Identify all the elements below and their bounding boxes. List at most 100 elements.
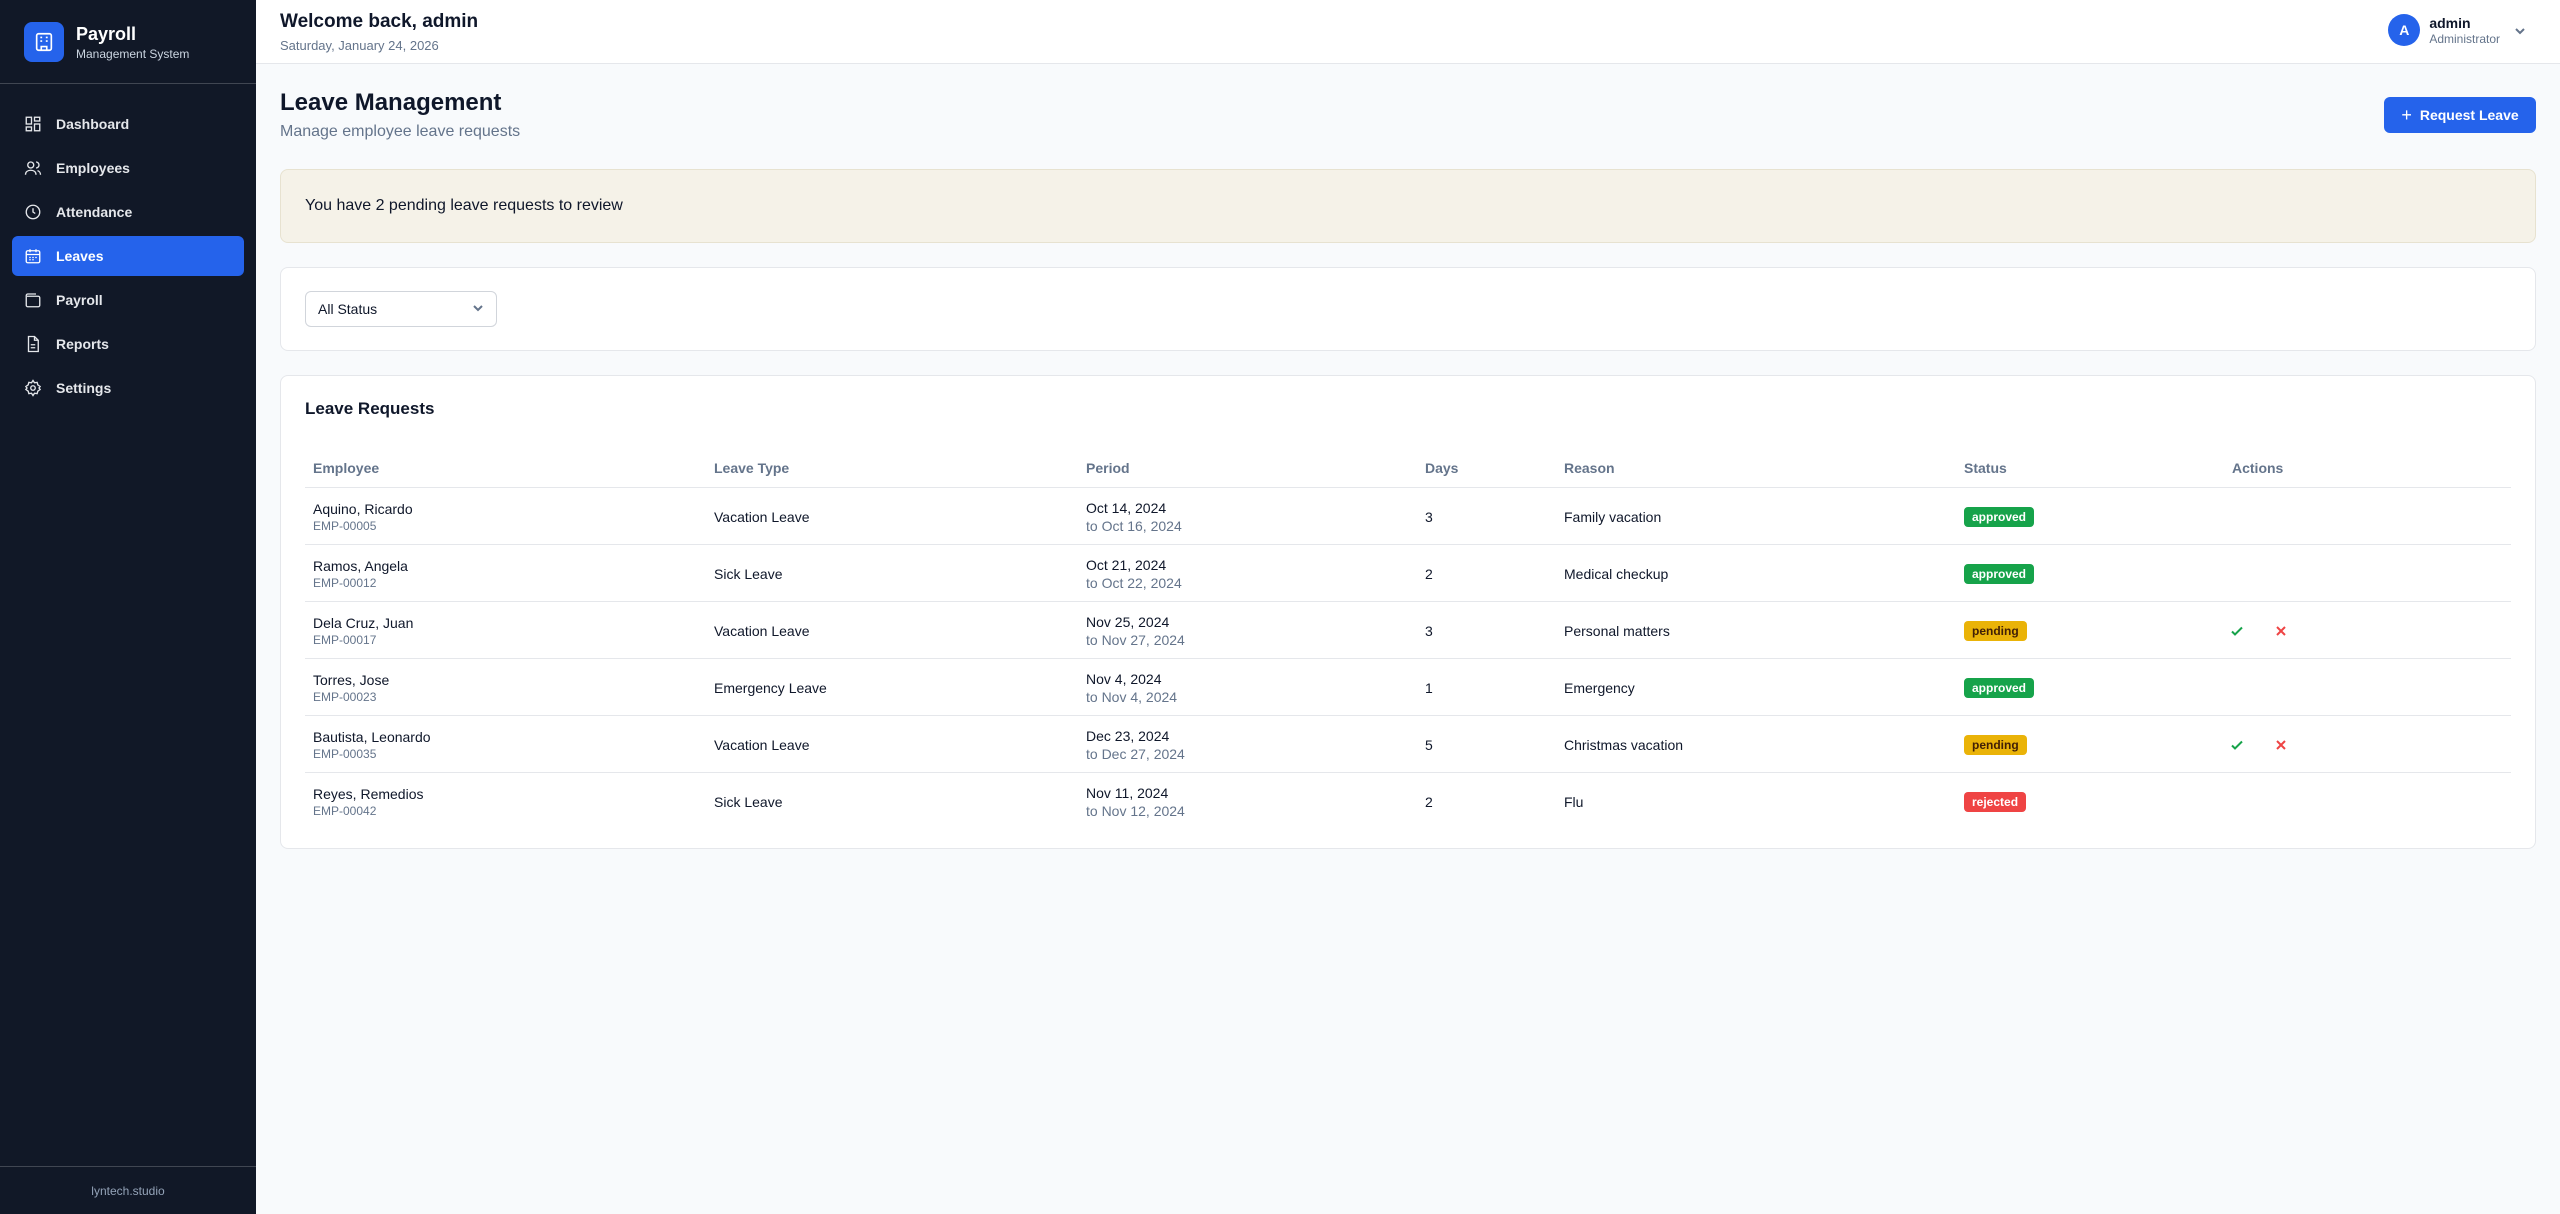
period-from: Nov 4, 2024 (1086, 670, 1162, 687)
days-count: 1 (1425, 679, 1433, 696)
column-header-status: Status (1964, 460, 2007, 476)
leave-type-cell: Sick Leave (714, 773, 782, 830)
employee-cell: Bautista, Leonardo EMP-00035 (313, 716, 431, 773)
status-cell: rejected (1964, 773, 2027, 830)
column-header-days: Days (1425, 460, 1459, 476)
status-badge: pending (1964, 734, 2027, 755)
status-badge: approved (1964, 677, 2035, 698)
status-cell: pending (1964, 602, 2027, 659)
gear-icon (24, 379, 42, 397)
user-name: admin (2429, 14, 2471, 31)
leave-type: Sick Leave (714, 565, 783, 582)
period-from: Nov 25, 2024 (1086, 613, 1170, 630)
brand-subtitle: Management System (76, 46, 190, 61)
table-row: Aquino, Ricardo EMP-00005 Vacation Leave… (305, 488, 2511, 545)
welcome-title: Welcome back, admin (280, 11, 479, 32)
days-count: 2 (1425, 565, 1433, 582)
reason-cell: Medical checkup (1564, 545, 1668, 602)
request-leave-button[interactable]: + Request Leave (2384, 97, 2536, 133)
sidebar-item-label: Reports (56, 336, 109, 352)
column-header-actions: Actions (2232, 460, 2284, 476)
status-cell: approved (1964, 488, 2035, 545)
reject-button[interactable] (2269, 619, 2293, 643)
table-row: Torres, Jose EMP-00023 Emergency Leave N… (305, 659, 2511, 716)
employee-name: Torres, Jose (313, 671, 390, 688)
employee-cell: Reyes, Remedios EMP-00042 (313, 773, 424, 830)
employee-cell: Torres, Jose EMP-00023 (313, 659, 389, 716)
approve-button[interactable] (2225, 733, 2249, 757)
plus-icon: + (2401, 104, 2412, 125)
chevron-down-icon (2514, 24, 2526, 36)
sidebar-item-settings[interactable]: Settings (12, 368, 244, 408)
employee-id: EMP-00035 (313, 746, 377, 761)
column-header-period: Period (1086, 460, 1130, 476)
days-count: 2 (1425, 793, 1433, 810)
employee-name: Aquino, Ricardo (313, 500, 413, 517)
clock-icon (24, 203, 42, 221)
reject-button[interactable] (2269, 733, 2293, 757)
status-badge: pending (1964, 620, 2027, 641)
sidebar-footer: lyntech.studio (0, 1166, 256, 1214)
request-leave-label: Request Leave (2419, 107, 2519, 123)
brand: Payroll Management System (0, 0, 256, 84)
employee-cell: Aquino, Ricardo EMP-00005 (313, 488, 413, 545)
period-to: to Nov 4, 2024 (1086, 688, 1178, 705)
reason-cell: Family vacation (1564, 488, 1661, 545)
table-row: Reyes, Remedios EMP-00042 Sick Leave Nov… (305, 773, 2511, 830)
employee-name: Bautista, Leonardo (313, 728, 431, 745)
sidebar-item-dashboard[interactable]: Dashboard (12, 104, 244, 144)
status-cell: approved (1964, 659, 2035, 716)
sidebar-item-label: Settings (56, 380, 112, 396)
sidebar-item-leaves[interactable]: Leaves (12, 236, 244, 276)
sidebar: Payroll Management System Dashboard Empl… (0, 0, 256, 1214)
table-row: Ramos, Angela EMP-00012 Sick Leave Oct 2… (305, 545, 2511, 602)
leave-type: Vacation Leave (714, 736, 810, 753)
period-to: to Nov 27, 2024 (1086, 631, 1185, 648)
approve-button[interactable] (2225, 619, 2249, 643)
days-count: 5 (1425, 736, 1433, 753)
period-cell: Dec 23, 2024 to Dec 27, 2024 (1086, 716, 1185, 773)
leave-type: Vacation Leave (714, 622, 810, 639)
page-subtitle: Manage employee leave requests (280, 123, 521, 140)
check-icon (2231, 626, 2243, 636)
sidebar-item-label: Employees (56, 160, 130, 176)
wallet-icon (24, 291, 42, 309)
sidebar-item-payroll[interactable]: Payroll (12, 280, 244, 320)
leave-requests-table: Employee Leave Type Period Days Reason S… (305, 447, 2511, 830)
period-cell: Oct 14, 2024 to Oct 16, 2024 (1086, 488, 1182, 545)
table-header: Employee Leave Type Period Days Reason S… (305, 447, 2511, 488)
reason: Family vacation (1564, 508, 1662, 525)
period-from: Oct 21, 2024 (1086, 556, 1167, 573)
page-title: Leave Management (280, 89, 502, 116)
close-icon (2276, 739, 2286, 750)
days-count: 3 (1425, 622, 1433, 639)
status-filter-value: All Status (318, 301, 378, 317)
reason: Christmas vacation (1564, 736, 1684, 753)
period-to: to Oct 16, 2024 (1086, 517, 1182, 534)
actions-cell (2225, 602, 2313, 659)
reason-cell: Christmas vacation (1564, 716, 1683, 773)
document-icon (24, 335, 42, 353)
status-filter-select[interactable]: All Status (305, 291, 497, 327)
sidebar-item-reports[interactable]: Reports (12, 324, 244, 364)
column-header-employee: Employee (313, 460, 380, 476)
days-cell: 5 (1425, 716, 1433, 773)
status-cell: pending (1964, 716, 2027, 773)
days-cell: 2 (1425, 545, 1433, 602)
period-cell: Nov 4, 2024 to Nov 4, 2024 (1086, 659, 1177, 716)
reason: Emergency (1564, 679, 1635, 696)
days-cell: 3 (1425, 602, 1433, 659)
status-cell: approved (1964, 545, 2035, 602)
period-cell: Oct 21, 2024 to Oct 22, 2024 (1086, 545, 1182, 602)
leave-type: Sick Leave (714, 793, 783, 810)
table-row: Bautista, Leonardo EMP-00035 Vacation Le… (305, 716, 2511, 773)
employee-id: EMP-00017 (313, 632, 377, 647)
user-menu[interactable]: A admin Administrator (2388, 14, 2526, 46)
days-count: 3 (1425, 508, 1433, 525)
leave-type-cell: Vacation Leave (714, 716, 809, 773)
sidebar-item-label: Payroll (56, 292, 103, 308)
sidebar-item-attendance[interactable]: Attendance (12, 192, 244, 232)
sidebar-item-employees[interactable]: Employees (12, 148, 244, 188)
current-date: Saturday, January 24, 2026 (280, 38, 439, 53)
sidebar-item-label: Leaves (56, 248, 104, 264)
